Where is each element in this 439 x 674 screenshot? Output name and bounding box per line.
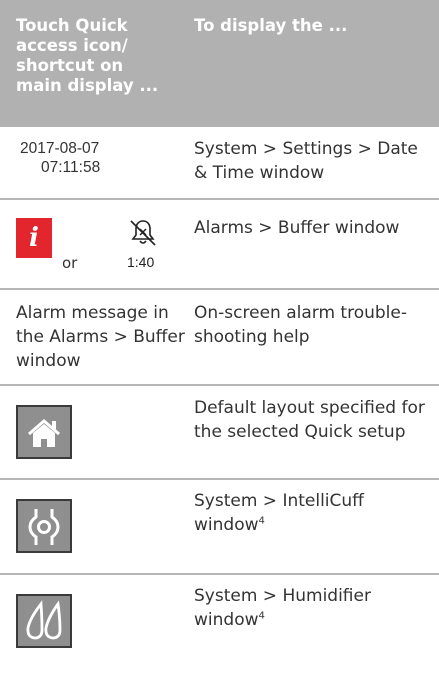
table-row-alarm-message: Alarm message in the Alarms > Buffer win…	[0, 290, 439, 384]
info-icon[interactable]: i	[16, 218, 52, 258]
header-col-display: To display the ...	[194, 16, 348, 35]
row-alarm-message-description: On-screen alarm trouble-shooting help	[194, 303, 407, 347]
intellicuff-label: System > IntelliCuff window	[194, 491, 364, 535]
table-row-alarms: i or 1:40 Alarms > Buffer window	[0, 200, 439, 288]
home-button[interactable]	[16, 405, 72, 459]
row-intellicuff-description: System > IntelliCuff window4	[194, 489, 429, 537]
alarm-silence-bell-icon[interactable]	[130, 218, 156, 248]
table-row-home: Default layout specified for the selecte…	[0, 386, 439, 478]
footnote-marker: 4	[258, 610, 265, 622]
time-value[interactable]: 07:11:58	[41, 158, 100, 177]
alarm-timer[interactable]: 1:40	[127, 254, 154, 270]
home-icon	[28, 419, 60, 447]
table-row-humidifier: System > Humidifier window4	[0, 575, 439, 674]
header-col-shortcut: Touch Quick access icon/ shortcut on mai…	[16, 16, 159, 95]
table-row-datetime: 2017-08-07 07:11:58 System > Settings > …	[0, 127, 439, 197]
or-label: or	[62, 254, 78, 272]
footnote-marker: 4	[258, 515, 265, 527]
row-alarms-description: Alarms > Buffer window	[194, 218, 400, 238]
quick-access-table: Touch Quick access icon/ shortcut on mai…	[0, 0, 439, 674]
row-datetime-description: System > Settings > Date & Time window	[194, 139, 418, 183]
row-humidifier-description: System > Humidifier window4	[194, 584, 429, 632]
intellicuff-icon	[28, 509, 60, 545]
intellicuff-button[interactable]	[16, 499, 72, 553]
humidifier-button[interactable]	[16, 594, 72, 648]
humidifier-icon	[26, 600, 62, 640]
row-home-description: Default layout specified for the selecte…	[194, 398, 425, 442]
table-row-intellicuff: System > IntelliCuff window4	[0, 480, 439, 573]
table-header: Touch Quick access icon/ shortcut on mai…	[0, 0, 439, 127]
humidifier-label: System > Humidifier window	[194, 586, 371, 630]
alarm-message-shortcut[interactable]: Alarm message in the Alarms > Buffer win…	[16, 301, 186, 373]
date-value[interactable]: 2017-08-07	[20, 139, 99, 158]
